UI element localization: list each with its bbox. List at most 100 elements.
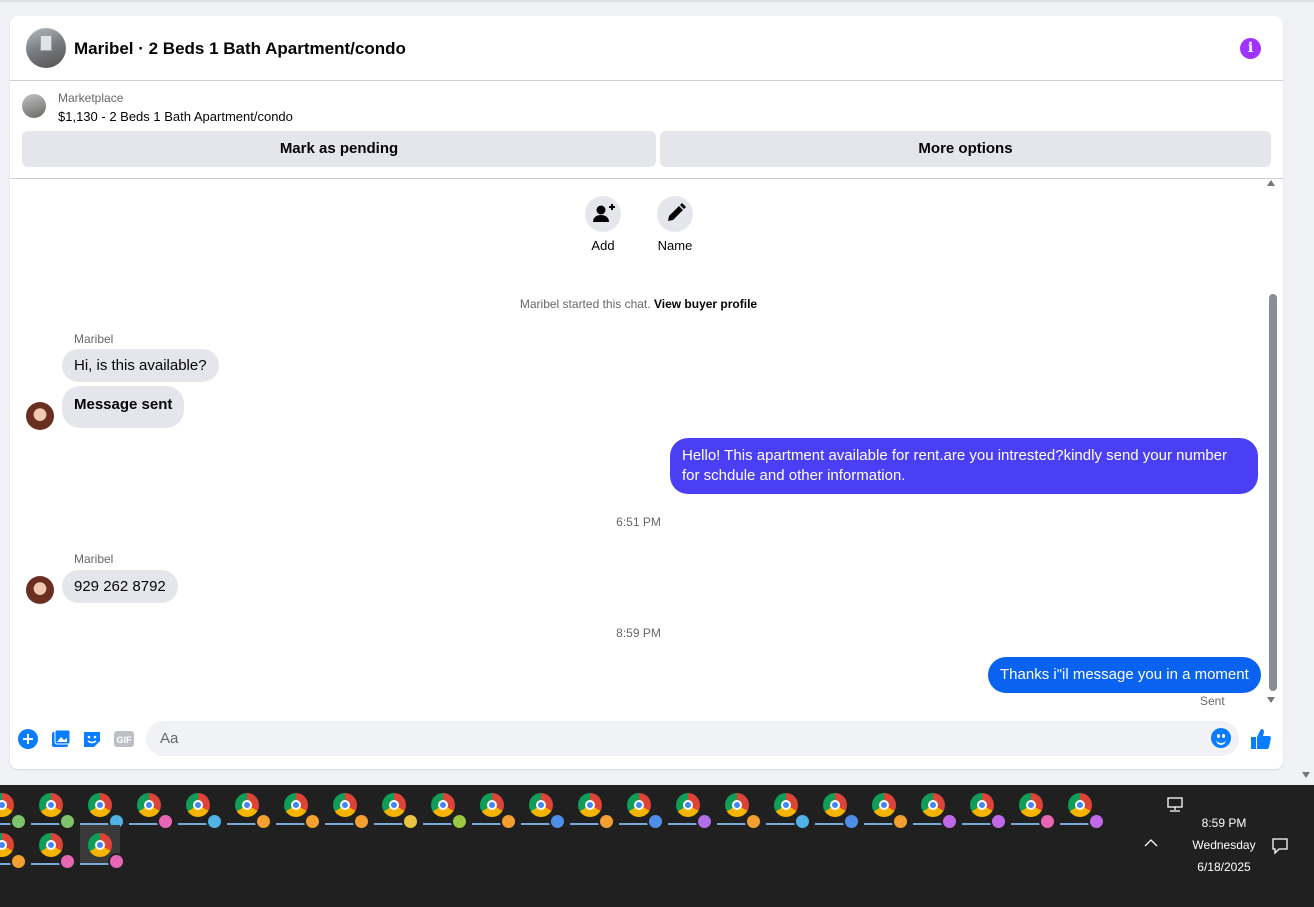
chrome-icon bbox=[0, 793, 27, 830]
chrome-icon bbox=[431, 793, 468, 830]
profile-badge-icon bbox=[1039, 813, 1056, 830]
profile-badge-icon bbox=[402, 813, 419, 830]
taskbar-chrome-window[interactable] bbox=[570, 785, 615, 830]
taskbar-chrome-window[interactable] bbox=[423, 785, 468, 830]
network-icon[interactable] bbox=[1166, 797, 1184, 816]
profile-badge-icon bbox=[108, 853, 125, 870]
chat-window: Maribel · 2 Beds 1 Bath Apartment/condo … bbox=[10, 16, 1283, 769]
profile-badge-icon bbox=[990, 813, 1007, 830]
name-chat-action[interactable]: Name bbox=[650, 196, 700, 253]
taskbar-chrome-window[interactable] bbox=[31, 825, 76, 870]
svg-text:GIF: GIF bbox=[117, 735, 133, 745]
chat-title[interactable]: Maribel · 2 Beds 1 Bath Apartment/condo bbox=[74, 39, 406, 59]
taskbar-chrome-window[interactable] bbox=[1011, 785, 1056, 830]
clock-date[interactable]: 6/18/2025 bbox=[1184, 860, 1264, 874]
listing-summary[interactable]: $1,130 - 2 Beds 1 Bath Apartment/condo bbox=[58, 109, 293, 124]
chevron-up-icon[interactable] bbox=[1143, 837, 1159, 851]
taskbar-chrome-window[interactable] bbox=[80, 825, 125, 870]
profile-badge-icon bbox=[304, 813, 321, 830]
photo-icon[interactable] bbox=[50, 728, 72, 750]
taskbar-chrome-window[interactable] bbox=[0, 825, 27, 870]
taskbar-chrome-window[interactable] bbox=[31, 785, 76, 830]
taskbar-chrome-window[interactable] bbox=[962, 785, 1007, 830]
profile-badge-icon bbox=[1088, 813, 1105, 830]
taskbar-chrome-window[interactable] bbox=[374, 785, 419, 830]
profile-badge-icon bbox=[59, 853, 76, 870]
message-input-box[interactable] bbox=[146, 721, 1239, 756]
maribel-avatar[interactable] bbox=[26, 576, 54, 604]
taskbar-chrome-window[interactable] bbox=[717, 785, 762, 830]
profile-badge-icon bbox=[598, 813, 615, 830]
sticker-icon[interactable] bbox=[81, 728, 103, 750]
taskbar-chrome-window[interactable] bbox=[0, 785, 27, 830]
chrome-icon bbox=[480, 793, 517, 830]
taskbar-chrome-window[interactable] bbox=[864, 785, 909, 830]
add-person-icon[interactable] bbox=[585, 196, 621, 232]
taskbar-chrome-window[interactable] bbox=[815, 785, 860, 830]
scroll-up-arrow[interactable] bbox=[1267, 180, 1275, 186]
chrome-icon bbox=[627, 793, 664, 830]
sender-name: Maribel bbox=[74, 332, 114, 346]
pencil-icon[interactable] bbox=[657, 196, 693, 232]
taskbar-chrome-window[interactable] bbox=[766, 785, 811, 830]
chrome-icon bbox=[284, 793, 321, 830]
clock-day[interactable]: Wednesday bbox=[1184, 838, 1264, 852]
taskbar-chrome-window[interactable] bbox=[80, 785, 125, 830]
notification-icon[interactable] bbox=[1271, 837, 1289, 858]
chrome-icon bbox=[1068, 793, 1105, 830]
message-input[interactable] bbox=[158, 729, 1202, 748]
taskbar-chrome-window[interactable] bbox=[129, 785, 174, 830]
maribel-avatar[interactable] bbox=[26, 402, 54, 430]
profile-badge-icon bbox=[255, 813, 272, 830]
chrome-icon bbox=[186, 793, 223, 830]
mark-as-pending-button[interactable]: Mark as pending bbox=[22, 131, 656, 167]
thumbs-up-icon[interactable] bbox=[1249, 727, 1271, 749]
chrome-icon bbox=[88, 793, 125, 830]
taskbar-chrome-window[interactable] bbox=[913, 785, 958, 830]
timestamp: 8:59 PM bbox=[616, 626, 661, 640]
taskbar-chrome-window[interactable] bbox=[276, 785, 321, 830]
incoming-message[interactable]: Message sent bbox=[62, 386, 185, 428]
info-icon[interactable]: i bbox=[1240, 38, 1261, 59]
taskbar-chrome-window[interactable] bbox=[325, 785, 370, 830]
incoming-message[interactable]: Hi, is this available? bbox=[62, 349, 219, 382]
add-people-action[interactable]: Add bbox=[578, 196, 628, 253]
outgoing-message[interactable]: Hello! This apartment available for rent… bbox=[670, 438, 1258, 494]
incoming-message[interactable]: 929 262 8792 bbox=[62, 570, 178, 603]
chrome-icon bbox=[137, 793, 174, 830]
clock-time[interactable]: 8:59 PM bbox=[1184, 816, 1264, 830]
profile-badge-icon bbox=[696, 813, 713, 830]
scrollbar-thumb[interactable] bbox=[1269, 294, 1277, 691]
taskbar-chrome-window[interactable] bbox=[1060, 785, 1105, 830]
gif-icon[interactable]: GIF bbox=[113, 728, 135, 750]
taskbar-chrome-window[interactable] bbox=[178, 785, 223, 830]
chrome-icon bbox=[0, 833, 27, 870]
chat-started-notice: Maribel started this chat. View buyer pr… bbox=[519, 297, 758, 311]
scroll-down-arrow[interactable] bbox=[1267, 697, 1275, 703]
profile-badge-icon bbox=[843, 813, 860, 830]
taskbar-chrome-window[interactable] bbox=[472, 785, 517, 830]
outgoing-message[interactable]: Thanks i"il message you in a moment bbox=[988, 657, 1261, 693]
taskbar-chrome-window[interactable] bbox=[619, 785, 664, 830]
view-buyer-profile-link[interactable]: View buyer profile bbox=[654, 297, 757, 311]
chrome-icon bbox=[774, 793, 811, 830]
chrome-icon bbox=[872, 793, 909, 830]
taskbar-chrome-window[interactable] bbox=[227, 785, 272, 830]
taskbar: 8:59 PM Wednesday 6/18/2025 bbox=[0, 785, 1314, 907]
profile-badge-icon bbox=[745, 813, 762, 830]
profile-badge-icon bbox=[206, 813, 223, 830]
listing-thumbnail[interactable] bbox=[22, 94, 46, 118]
chrome-icon bbox=[235, 793, 272, 830]
page-scroll-down-arrow[interactable] bbox=[1302, 772, 1310, 778]
taskbar-chrome-window[interactable] bbox=[521, 785, 566, 830]
emoji-icon[interactable] bbox=[1211, 728, 1231, 748]
chrome-icon bbox=[529, 793, 566, 830]
name-label: Name bbox=[657, 238, 693, 253]
profile-badge-icon bbox=[10, 853, 27, 870]
more-options-button[interactable]: More options bbox=[660, 131, 1271, 167]
profile-badge-icon bbox=[941, 813, 958, 830]
listing-avatar[interactable] bbox=[26, 28, 66, 68]
plus-icon[interactable] bbox=[17, 728, 39, 750]
taskbar-chrome-window[interactable] bbox=[668, 785, 713, 830]
chrome-icon bbox=[88, 833, 125, 870]
